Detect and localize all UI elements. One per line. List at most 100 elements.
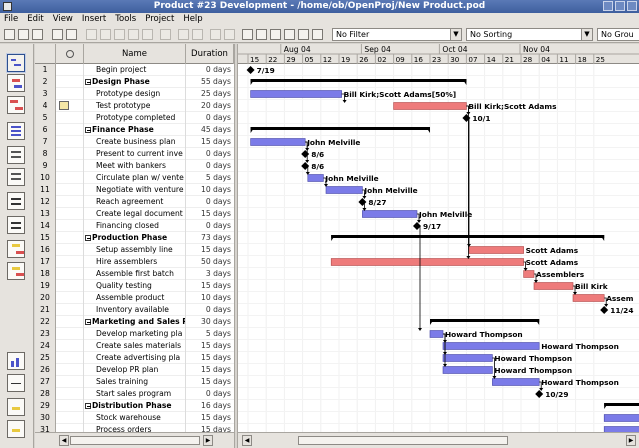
row-id[interactable]: 29: [35, 400, 56, 412]
row-id[interactable]: 4: [35, 100, 56, 112]
zoom-out-icon[interactable]: [270, 29, 281, 40]
table-row[interactable]: 13 Create legal document 15 days: [35, 208, 234, 220]
row-id[interactable]: 28: [35, 388, 56, 400]
charts-icon[interactable]: [7, 262, 25, 280]
chevron-down-icon[interactable]: ▼: [581, 29, 592, 40]
table-row[interactable]: 4 Test prototype 20 days: [35, 100, 234, 112]
row-id[interactable]: 15: [35, 232, 56, 244]
table-row[interactable]: 11 Negotiate with venture 10 days: [35, 184, 234, 196]
row-id[interactable]: 12: [35, 196, 56, 208]
task-name[interactable]: Assemble first batch: [84, 268, 186, 280]
table-row[interactable]: 18 Assemble first batch 3 days: [35, 268, 234, 280]
unlink-icon[interactable]: [192, 29, 203, 40]
task-duration[interactable]: 50 days: [186, 256, 234, 268]
print-icon[interactable]: [52, 29, 63, 40]
table-row[interactable]: 10 Circulate plan w/ vente 5 days: [35, 172, 234, 184]
gantt-horizontal-scrollbar[interactable]: ◀ ▶: [238, 432, 639, 448]
indent-icon[interactable]: [210, 29, 221, 40]
task-name[interactable]: Inventory available: [84, 304, 186, 316]
collapse-icon[interactable]: [85, 403, 91, 409]
gantt-view-icon[interactable]: [7, 54, 25, 72]
find-icon[interactable]: [160, 29, 171, 40]
notes-icon[interactable]: [312, 29, 323, 40]
resource-usage-icon[interactable]: [7, 168, 25, 186]
task-duration[interactable]: 0 days: [186, 148, 234, 160]
task-duration[interactable]: 0 days: [186, 160, 234, 172]
table-row[interactable]: 19 Quality testing 15 days: [35, 280, 234, 292]
sorting-select[interactable]: No Sorting ▼: [466, 28, 593, 41]
task-name[interactable]: Test prototype: [84, 100, 186, 112]
table-row[interactable]: 29 Distribution Phase 16 days: [35, 400, 234, 412]
table-row[interactable]: 30 Stock warehouse 15 days: [35, 412, 234, 424]
scroll-right-icon[interactable]: ▶: [626, 435, 636, 446]
table-row[interactable]: 23 Develop marketing pla 5 days: [35, 328, 234, 340]
task-name[interactable]: Prototype design: [84, 88, 186, 100]
note-icon[interactable]: [59, 101, 69, 110]
task-duration[interactable]: 25 days: [186, 88, 234, 100]
collapse-icon[interactable]: [85, 235, 91, 241]
row-id[interactable]: 23: [35, 328, 56, 340]
minimize-button[interactable]: [603, 1, 613, 11]
table-row[interactable]: 2 Design Phase 55 days: [35, 76, 234, 88]
task-duration[interactable]: 20 days: [186, 100, 234, 112]
task-duration[interactable]: 15 days: [186, 208, 234, 220]
task-duration[interactable]: 15 days: [186, 364, 234, 376]
table-row[interactable]: 5 Prototype completed 0 days: [35, 112, 234, 124]
menu-tools[interactable]: Tools: [115, 13, 136, 26]
task-duration[interactable]: 55 days: [186, 76, 234, 88]
menu-edit[interactable]: Edit: [27, 13, 43, 26]
table-row[interactable]: 14 Financing closed 0 days: [35, 220, 234, 232]
task-duration[interactable]: 0 days: [186, 112, 234, 124]
calendar-icon[interactable]: [298, 29, 309, 40]
row-id[interactable]: 20: [35, 292, 56, 304]
table-row[interactable]: 1 Begin project 0 days: [35, 64, 234, 76]
task-duration[interactable]: 15 days: [186, 136, 234, 148]
scroll-left-icon[interactable]: ◀: [59, 435, 69, 446]
row-id[interactable]: 7: [35, 136, 56, 148]
row-id[interactable]: 17: [35, 256, 56, 268]
row-id[interactable]: 11: [35, 184, 56, 196]
resource-view-icon[interactable]: [7, 216, 25, 234]
maximize-button[interactable]: [615, 1, 625, 11]
task-name[interactable]: Design Phase: [84, 76, 186, 88]
task-name[interactable]: Production Phase: [84, 232, 186, 244]
row-id[interactable]: 16: [35, 244, 56, 256]
task-duration[interactable]: 15 days: [186, 376, 234, 388]
undo-icon[interactable]: [128, 29, 139, 40]
task-duration[interactable]: 73 days: [186, 232, 234, 244]
task-name[interactable]: Develop marketing pla: [84, 328, 186, 340]
task-duration[interactable]: 5 days: [186, 172, 234, 184]
table-row[interactable]: 17 Hire assemblers 50 days: [35, 256, 234, 268]
task-name[interactable]: Distribution Phase: [84, 400, 186, 412]
print-preview-icon[interactable]: [66, 29, 77, 40]
close-button[interactable]: [627, 1, 637, 11]
row-id[interactable]: 3: [35, 88, 56, 100]
row-id[interactable]: 2: [35, 76, 56, 88]
task-duration[interactable]: 15 days: [186, 280, 234, 292]
task-name[interactable]: Create sales materials: [84, 340, 186, 352]
row-id[interactable]: 6: [35, 124, 56, 136]
table-row[interactable]: 3 Prototype design 25 days: [35, 88, 234, 100]
table-row[interactable]: 24 Create sales materials 15 days: [35, 340, 234, 352]
scroll-to-task-icon[interactable]: [242, 29, 253, 40]
task-details-icon[interactable]: [7, 398, 25, 416]
table-row[interactable]: 20 Assemble product 10 days: [35, 292, 234, 304]
row-id[interactable]: 19: [35, 280, 56, 292]
task-duration[interactable]: 30 days: [186, 316, 234, 328]
task-name[interactable]: Reach agreement: [84, 196, 186, 208]
task-name[interactable]: Create advertising pla: [84, 352, 186, 364]
task-duration[interactable]: 16 days: [186, 400, 234, 412]
task-name[interactable]: Sales training: [84, 376, 186, 388]
table-row[interactable]: 8 Present to current inve 0 days: [35, 148, 234, 160]
task-name[interactable]: Negotiate with venture: [84, 184, 186, 196]
row-id[interactable]: 18: [35, 268, 56, 280]
task-duration[interactable]: 15 days: [186, 352, 234, 364]
task-name[interactable]: Stock warehouse: [84, 412, 186, 424]
open-icon[interactable]: [18, 29, 29, 40]
collapse-icon[interactable]: [85, 319, 91, 325]
table-row[interactable]: 15 Production Phase 73 days: [35, 232, 234, 244]
menu-help[interactable]: Help: [183, 13, 202, 26]
table-row[interactable]: 28 Start sales program 0 days: [35, 388, 234, 400]
row-id[interactable]: 14: [35, 220, 56, 232]
row-id[interactable]: 9: [35, 160, 56, 172]
